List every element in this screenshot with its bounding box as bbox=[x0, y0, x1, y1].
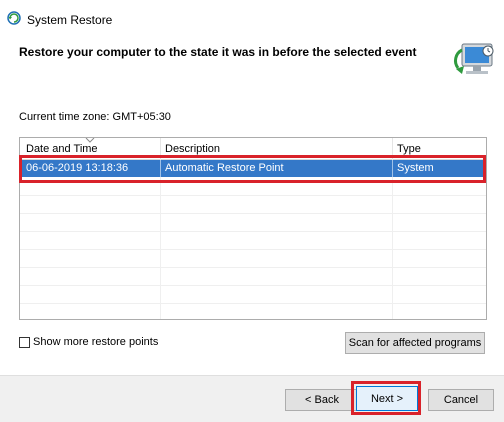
empty-row bbox=[20, 214, 486, 232]
column-header-type[interactable]: Type bbox=[397, 143, 421, 155]
page-heading: Restore your computer to the state it wa… bbox=[19, 45, 417, 59]
empty-row bbox=[20, 286, 486, 304]
restore-computer-icon bbox=[454, 43, 494, 74]
empty-row bbox=[20, 196, 486, 214]
column-header-date[interactable]: Date and Time bbox=[26, 143, 98, 155]
cell-divider bbox=[160, 160, 161, 177]
restore-points-table[interactable]: Date and Time Description Type 06-06-201… bbox=[19, 137, 487, 320]
timezone-label: Current time zone: GMT+05:30 bbox=[19, 111, 171, 123]
back-button[interactable]: < Back bbox=[285, 389, 359, 411]
show-more-checkbox[interactable] bbox=[19, 337, 30, 348]
next-button[interactable]: Next > bbox=[356, 386, 418, 411]
empty-row bbox=[20, 268, 486, 286]
table-header: Date and Time Description Type bbox=[20, 138, 486, 160]
empty-row bbox=[20, 304, 486, 319]
cell-description: Automatic Restore Point bbox=[165, 162, 284, 174]
cell-type: System bbox=[397, 162, 434, 174]
cell-divider bbox=[392, 160, 393, 177]
title-bar: System Restore bbox=[0, 0, 504, 28]
empty-row bbox=[20, 250, 486, 268]
cell-date: 06-06-2019 13:18:36 bbox=[26, 162, 129, 174]
table-row[interactable]: 06-06-2019 13:18:36 Automatic Restore Po… bbox=[20, 160, 486, 177]
scan-affected-programs-button[interactable]: Scan for affected programs bbox=[345, 332, 485, 354]
column-header-description[interactable]: Description bbox=[165, 143, 220, 155]
empty-row bbox=[20, 232, 486, 250]
empty-row bbox=[20, 178, 486, 196]
cancel-button[interactable]: Cancel bbox=[428, 389, 494, 411]
window-title: System Restore bbox=[27, 13, 113, 27]
column-divider[interactable] bbox=[160, 138, 161, 159]
show-more-label[interactable]: Show more restore points bbox=[33, 336, 158, 348]
column-divider[interactable] bbox=[392, 138, 393, 159]
system-restore-icon bbox=[7, 11, 21, 25]
